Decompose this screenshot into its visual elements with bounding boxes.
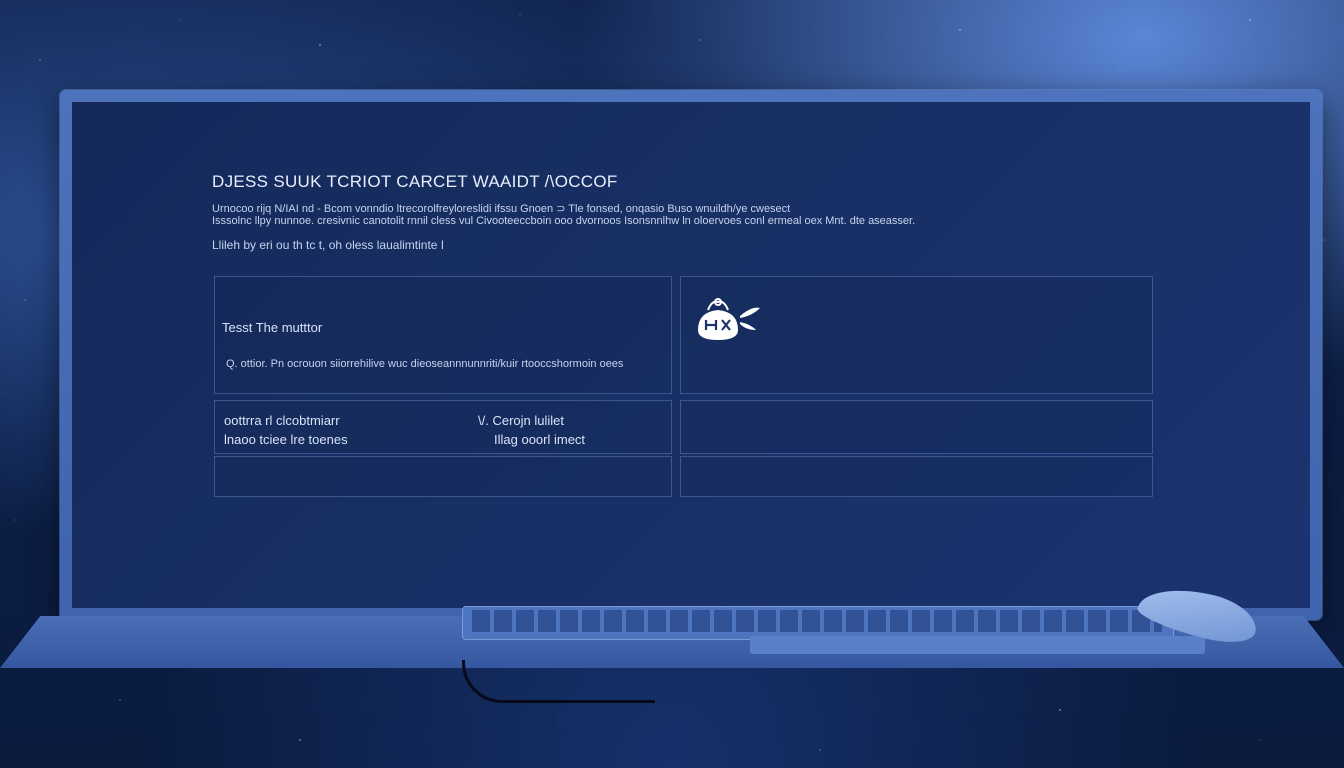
mid-left-col2-line2: Illag ooorl imect (494, 432, 586, 447)
panel-top-left[interactable] (214, 276, 672, 394)
panel-bottom-left[interactable] (214, 456, 672, 497)
mid-left-col2-line1: \/. Cerojn lulilet (478, 413, 564, 428)
trackpad[interactable] (750, 636, 1205, 654)
subtitle: Llileh by eri ou th tc t, oh oless laual… (212, 238, 445, 252)
cable (462, 660, 655, 703)
description-line-2: Isssolnc llpy nunnoe. cresivnic canotoli… (212, 215, 916, 227)
panel-bottom-right[interactable] (680, 456, 1153, 497)
description-line-1: Urnocoo rijq N/IAI nd - Bcom vonndio ltr… (212, 203, 791, 215)
panel-heading: Tesst The mutttor (222, 320, 323, 335)
mid-left-col1-line2: lnaoo tciee lre toenes (224, 432, 348, 447)
bag-icon (694, 294, 764, 342)
panel-body: Q. ottior. Pn ocrouon siiorrehilive wuc … (226, 358, 624, 370)
mid-left-col1-line1: oottrra rl clcobtmiarr (224, 413, 340, 428)
panel-mid-right[interactable] (680, 400, 1153, 454)
page-title: DJESS SUUK TCRIOT CARCET WAAIDT /\OCCOF (212, 172, 618, 191)
keyboard-keys[interactable] (472, 610, 1162, 632)
